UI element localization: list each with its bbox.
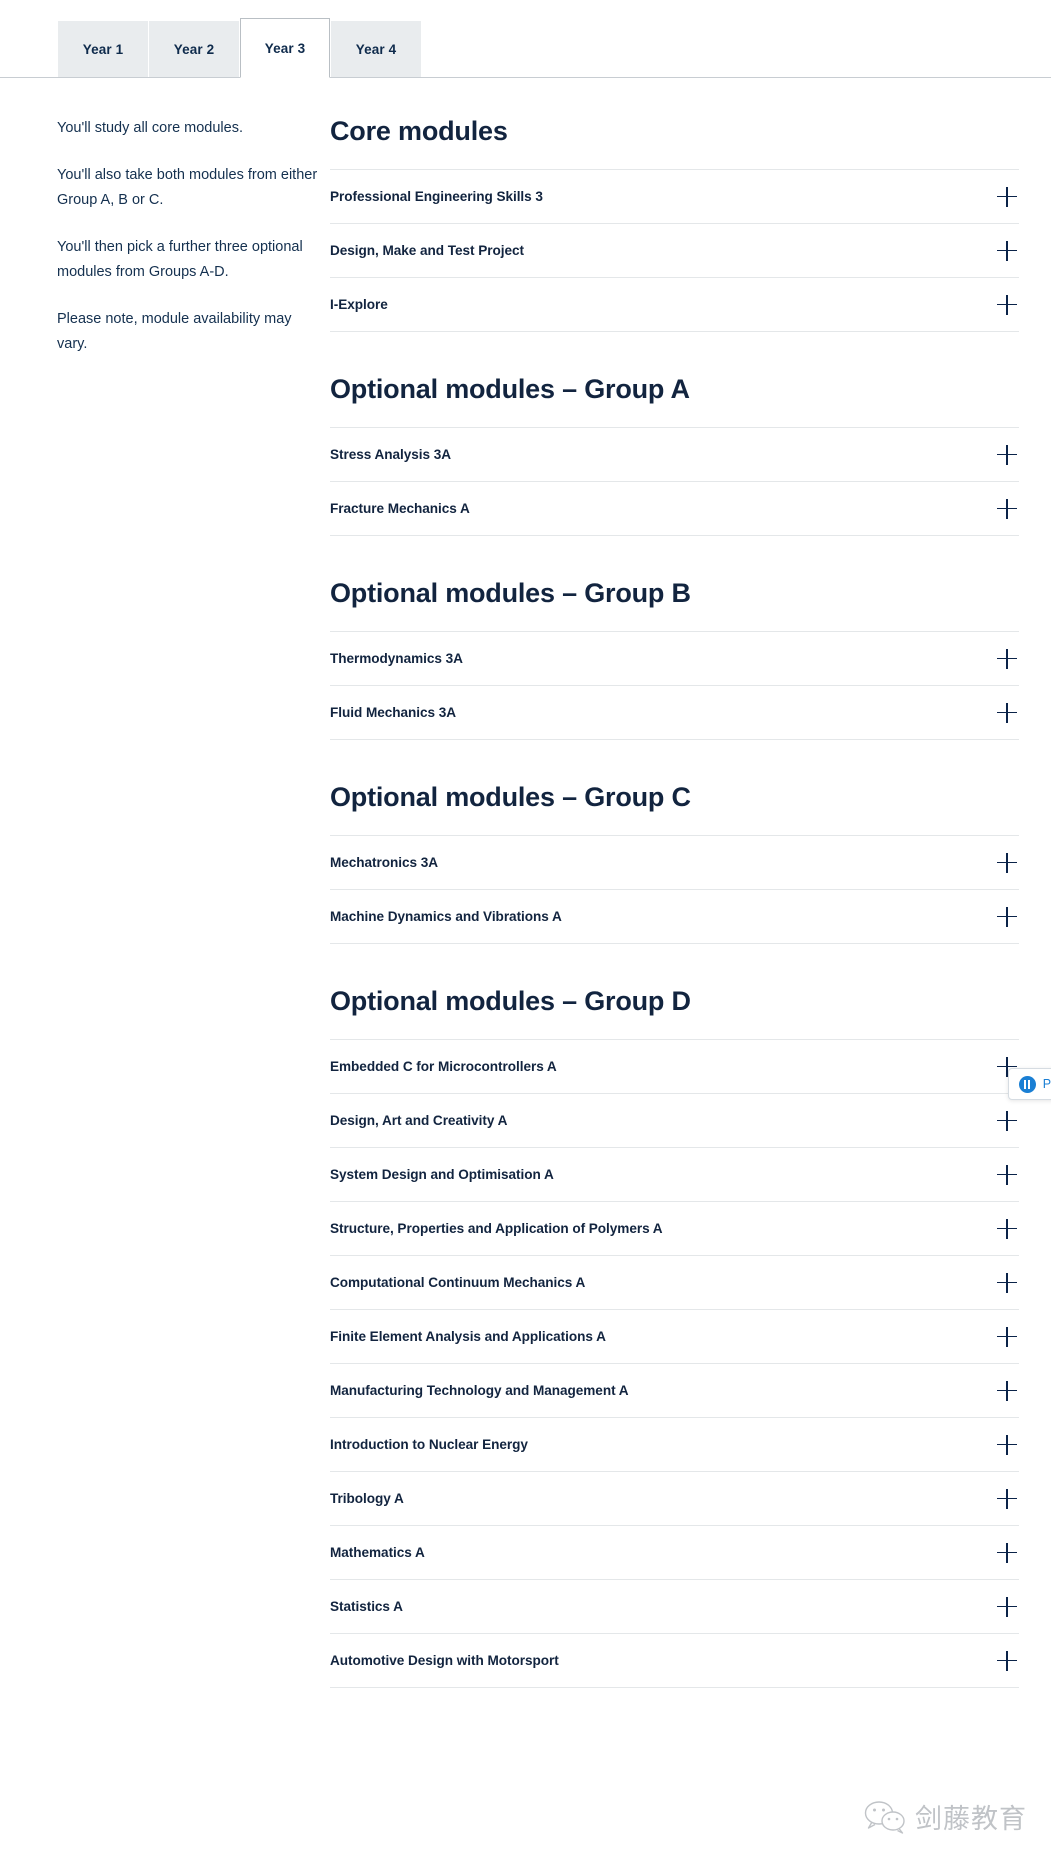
tab-label: Year 2 — [173, 42, 215, 57]
module-accordion-row[interactable]: Computational Continuum Mechanics A — [330, 1256, 1019, 1311]
section-heading: Optional modules – Group D — [330, 986, 691, 1017]
plus-icon[interactable] — [997, 1488, 1017, 1509]
module-accordion-row[interactable]: Introduction to Nuclear Energy — [330, 1418, 1019, 1473]
module-accordion-row[interactable]: Professional Engineering Skills 3 — [330, 170, 1019, 225]
module-accordion-row[interactable]: Thermodynamics 3A — [330, 632, 1019, 687]
plus-icon[interactable] — [997, 186, 1017, 207]
tab-year-3[interactable]: Year 3 — [240, 18, 330, 78]
plus-icon[interactable] — [997, 444, 1017, 465]
module-title: Fracture Mechanics A — [330, 501, 470, 517]
page-body: You'll study all core modules. You'll als… — [0, 78, 1051, 1689]
tab-year-1[interactable]: Year 1 — [58, 21, 148, 77]
module-title: Thermodynamics 3A — [330, 651, 463, 667]
module-accordion-row[interactable]: Statistics A — [330, 1580, 1019, 1635]
plus-icon[interactable] — [997, 1164, 1017, 1185]
plus-icon[interactable] — [997, 1596, 1017, 1617]
plus-icon[interactable] — [997, 648, 1017, 669]
tab-label: Year 3 — [264, 40, 306, 56]
module-title: Finite Element Analysis and Applications… — [330, 1329, 606, 1345]
pause-widget-label: Pa — [1042, 1077, 1051, 1091]
plus-icon[interactable] — [997, 1542, 1017, 1563]
plus-icon[interactable] — [997, 906, 1017, 927]
module-accordion-row[interactable]: Design, Art and Creativity A — [330, 1094, 1019, 1149]
module-accordion-row[interactable]: Finite Element Analysis and Applications… — [330, 1310, 1019, 1365]
section-heading: Optional modules – Group B — [330, 578, 691, 609]
module-accordion-row[interactable]: I-Explore — [330, 278, 1019, 333]
module-title: Mechatronics 3A — [330, 855, 439, 871]
sidebar-intro: You'll study all core modules. You'll als… — [0, 116, 330, 1688]
tab-year-2[interactable]: Year 2 — [149, 21, 239, 77]
plus-icon[interactable] — [997, 1650, 1017, 1671]
module-title: Mathematics A — [330, 1545, 425, 1561]
section-heading: Optional modules – Group C — [330, 782, 691, 813]
plus-icon[interactable] — [997, 240, 1017, 261]
module-accordion-row[interactable]: Stress Analysis 3A — [330, 428, 1019, 483]
tab-year-4[interactable]: Year 4 — [331, 21, 421, 77]
module-list: Professional Engineering Skills 3 Design,… — [330, 169, 1019, 333]
module-list: Mechatronics 3A Machine Dynamics and Vibr… — [330, 835, 1019, 945]
watermark-text: 剑藤教育 — [915, 1804, 1027, 1835]
module-accordion-row[interactable]: Automotive Design with Motorsport — [330, 1634, 1019, 1689]
module-title: Embedded C for Microcontrollers A — [330, 1059, 557, 1075]
module-list: Thermodynamics 3A Fluid Mechanics 3A — [330, 631, 1019, 741]
module-accordion-row[interactable]: Machine Dynamics and Vibrations A — [330, 890, 1019, 945]
module-title: Machine Dynamics and Vibrations A — [330, 909, 562, 925]
module-title: I-Explore — [330, 297, 388, 313]
module-accordion-row[interactable]: Fluid Mechanics 3A — [330, 686, 1019, 741]
module-title: Statistics A — [330, 1599, 403, 1615]
watermark: 剑藤教育 — [864, 1797, 1027, 1836]
module-title: Tribology A — [330, 1491, 404, 1507]
module-accordion-row[interactable]: Manufacturing Technology and Management … — [330, 1364, 1019, 1419]
section-heading: Optional modules – Group A — [330, 374, 690, 405]
module-accordion-row[interactable]: Tribology A — [330, 1472, 1019, 1527]
plus-icon[interactable] — [997, 1326, 1017, 1347]
module-title: Design, Make and Test Project — [330, 243, 524, 259]
pause-widget[interactable]: Pa — [1007, 1068, 1051, 1100]
module-title: Automotive Design with Motorsport — [330, 1653, 559, 1669]
module-title: Stress Analysis 3A — [330, 447, 452, 463]
plus-icon[interactable] — [997, 1218, 1017, 1239]
year-tab-bar: Year 1 Year 2 Year 3 Year 4 — [0, 0, 1051, 78]
module-accordion-row[interactable]: System Design and Optimisation A — [330, 1148, 1019, 1203]
plus-icon[interactable] — [997, 1272, 1017, 1293]
module-accordion-row[interactable]: Embedded C for Microcontrollers A — [330, 1040, 1019, 1095]
module-title: Fluid Mechanics 3A — [330, 705, 457, 721]
sidebar-paragraph: You'll also take both modules from eithe… — [57, 166, 318, 208]
plus-icon[interactable] — [997, 702, 1017, 723]
plus-icon[interactable] — [997, 498, 1017, 519]
module-accordion-row[interactable]: Mathematics A — [330, 1526, 1019, 1581]
plus-icon[interactable] — [997, 852, 1017, 873]
module-title: Structure, Properties and Application of… — [330, 1221, 663, 1237]
module-accordion-row[interactable]: Design, Make and Test Project — [330, 224, 1019, 279]
module-accordion-row[interactable]: Mechatronics 3A — [330, 836, 1019, 891]
tab-label: Year 4 — [355, 42, 397, 57]
wechat-icon — [864, 1800, 906, 1834]
sidebar-paragraph: You'll then pick a further three optiona… — [57, 238, 303, 280]
sidebar-paragraph: Please note, module availability may var… — [57, 310, 292, 352]
module-list: Embedded C for Microcontrollers A Design,… — [330, 1039, 1019, 1689]
plus-icon[interactable] — [997, 1110, 1017, 1131]
plus-icon[interactable] — [997, 1380, 1017, 1401]
plus-icon[interactable] — [997, 1434, 1017, 1455]
module-title: Manufacturing Technology and Management … — [330, 1383, 629, 1399]
module-title: Introduction to Nuclear Energy — [330, 1437, 528, 1453]
module-title: Design, Art and Creativity A — [330, 1113, 508, 1129]
module-title: Computational Continuum Mechanics A — [330, 1275, 586, 1291]
module-title: System Design and Optimisation A — [330, 1167, 554, 1183]
tab-label: Year 1 — [82, 42, 124, 57]
module-accordion-row[interactable]: Fracture Mechanics A — [330, 482, 1019, 537]
modules-main-content: Core modules Professional Engineering Ski… — [330, 116, 1051, 1689]
section-heading: Core modules — [330, 116, 508, 146]
sidebar-paragraph: You'll study all core modules. — [57, 120, 244, 136]
pause-icon[interactable] — [1018, 1075, 1036, 1093]
module-title: Professional Engineering Skills 3 — [330, 189, 543, 205]
module-list: Stress Analysis 3A Fracture Mechanics A — [330, 427, 1019, 537]
plus-icon[interactable] — [997, 294, 1017, 315]
module-accordion-row[interactable]: Structure, Properties and Application of… — [330, 1202, 1019, 1257]
